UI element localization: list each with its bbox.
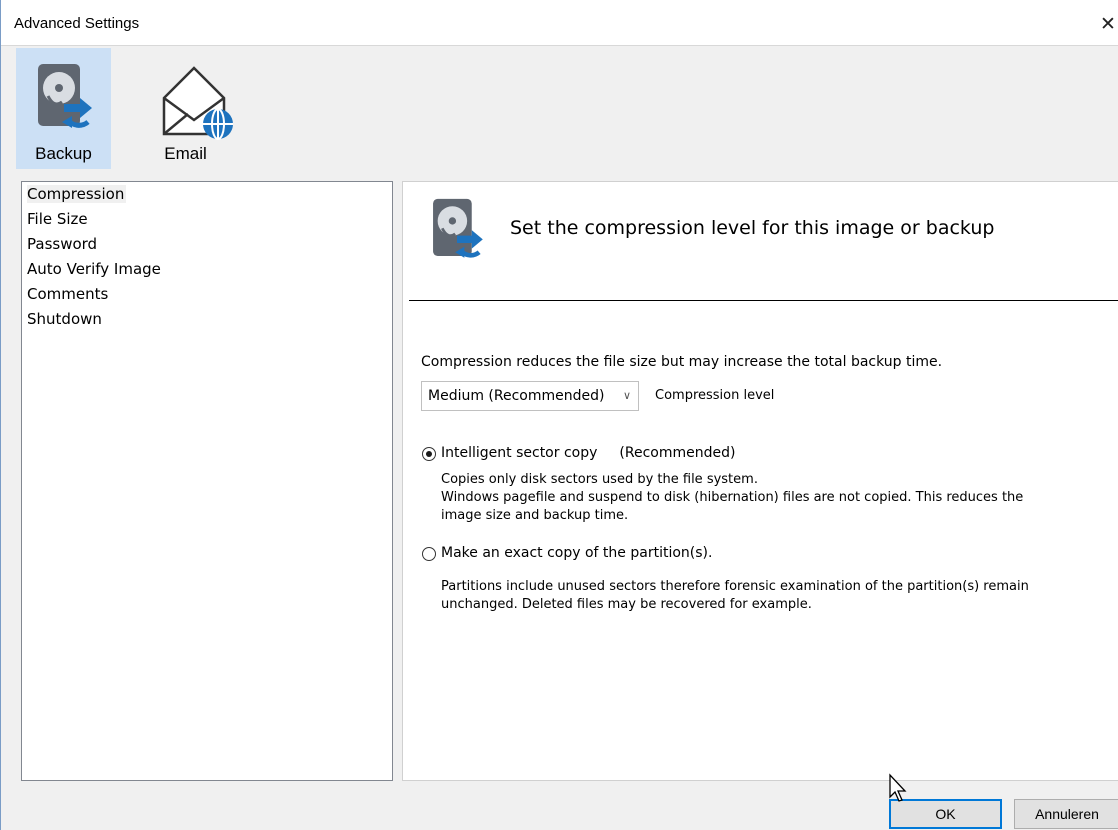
toolbar-email-label: Email [164,144,207,163]
window-title: Advanced Settings [14,15,140,32]
close-icon[interactable]: ✕ [1097,10,1118,38]
exact-copy-notes: Partitions include unused sectors theref… [441,579,1029,612]
compression-level-value: Medium (Recommended) [428,388,605,404]
compression-level-select[interactable]: Medium (Recommended) ∨ [421,381,639,411]
chevron-down-icon: ∨ [622,389,631,402]
nav-item-compression[interactable]: Compression [22,182,392,207]
exact-copy-label[interactable]: Make an exact copy of the partition(s). [441,545,712,561]
email-globe-icon [162,66,233,140]
intelligent-sector-copy-radio[interactable] [422,447,436,461]
panel-heading: Set the compression level for this image… [510,217,995,239]
exact-copy-radio[interactable] [422,547,436,561]
backup-disk-icon [433,198,483,258]
recommended-tag: (Recommended) [619,445,736,461]
toolbar-backup-label: Backup [35,144,92,163]
backup-disk-icon [38,64,92,128]
toolbar-backup-button[interactable]: Backup [16,48,111,169]
title-bar: Advanced Settings ✕ [1,0,1118,46]
compression-level-caption: Compression level [655,388,775,403]
intelligent-sector-copy-label[interactable]: Intelligent sector copy (Recommended) [441,445,735,461]
toolbar-email-button[interactable]: Email [138,48,233,169]
cancel-button[interactable]: Annuleren [1014,799,1118,829]
heading-divider [409,300,1118,301]
nav-item-comments[interactable]: Comments [22,282,392,307]
intelligent-sector-copy-notes: Copies only disk sectors used by the fil… [441,472,1024,523]
advanced-settings-dialog: Advanced Settings ✕ Backup Email Compres… [0,0,1118,830]
nav-item-auto-verify-image[interactable]: Auto Verify Image [22,257,392,282]
nav-item-file-size[interactable]: File Size [22,207,392,232]
mouse-cursor-icon [889,773,907,802]
settings-category-list: Compression File Size Password Auto Veri… [21,181,393,781]
nav-item-shutdown[interactable]: Shutdown [22,307,392,332]
settings-content-panel: Set the compression level for this image… [402,181,1118,781]
nav-item-password[interactable]: Password [22,232,392,257]
category-toolbar: Backup Email [2,46,1118,172]
compression-description: Compression reduces the file size but ma… [421,354,943,370]
